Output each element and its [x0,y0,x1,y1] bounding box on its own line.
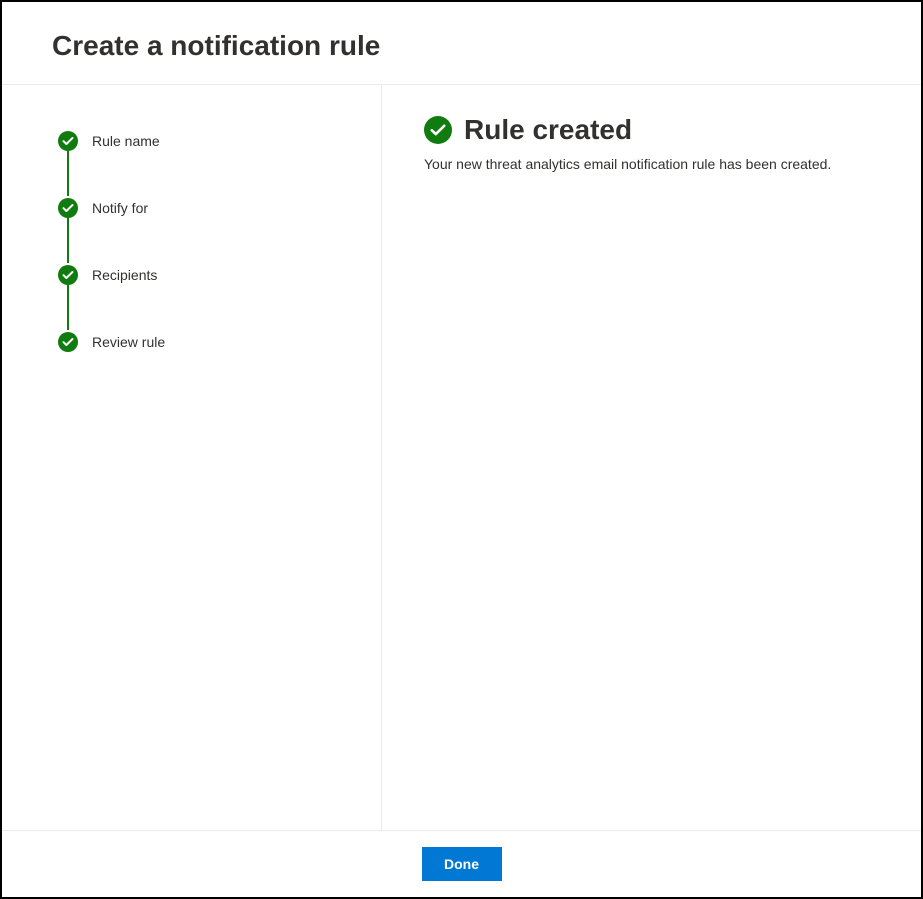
dialog-body: Rule name Notify for [2,85,921,830]
step-connector [67,150,69,196]
wizard-step-label: Notify for [92,200,148,216]
wizard-steps: Rule name Notify for [58,130,351,353]
checkmark-icon [58,265,78,285]
checkmark-icon [58,198,78,218]
wizard-step-rule-name[interactable]: Rule name [58,130,351,152]
done-button[interactable]: Done [422,847,502,881]
success-title: Rule created [464,115,632,146]
success-header: Rule created [424,115,879,146]
checkmark-icon [58,131,78,151]
wizard-step-review-rule[interactable]: Review rule [58,331,351,353]
wizard-step-label: Review rule [92,334,165,350]
dialog-header: Create a notification rule [2,2,921,85]
checkmark-icon [58,332,78,352]
dialog-footer: Done [2,830,921,897]
main-panel: Rule created Your new threat analytics e… [382,85,921,830]
step-connector [67,217,69,263]
wizard-step-label: Recipients [92,267,157,283]
wizard-step-notify-for[interactable]: Notify for [58,197,351,219]
dialog-title: Create a notification rule [52,30,871,62]
notification-rule-dialog: Create a notification rule Rule name [0,0,923,899]
success-description: Your new threat analytics email notifica… [424,156,879,172]
wizard-step-label: Rule name [92,133,160,149]
wizard-step-recipients[interactable]: Recipients [58,264,351,286]
step-connector [67,284,69,330]
wizard-sidebar: Rule name Notify for [2,85,382,830]
checkmark-icon [424,116,452,144]
